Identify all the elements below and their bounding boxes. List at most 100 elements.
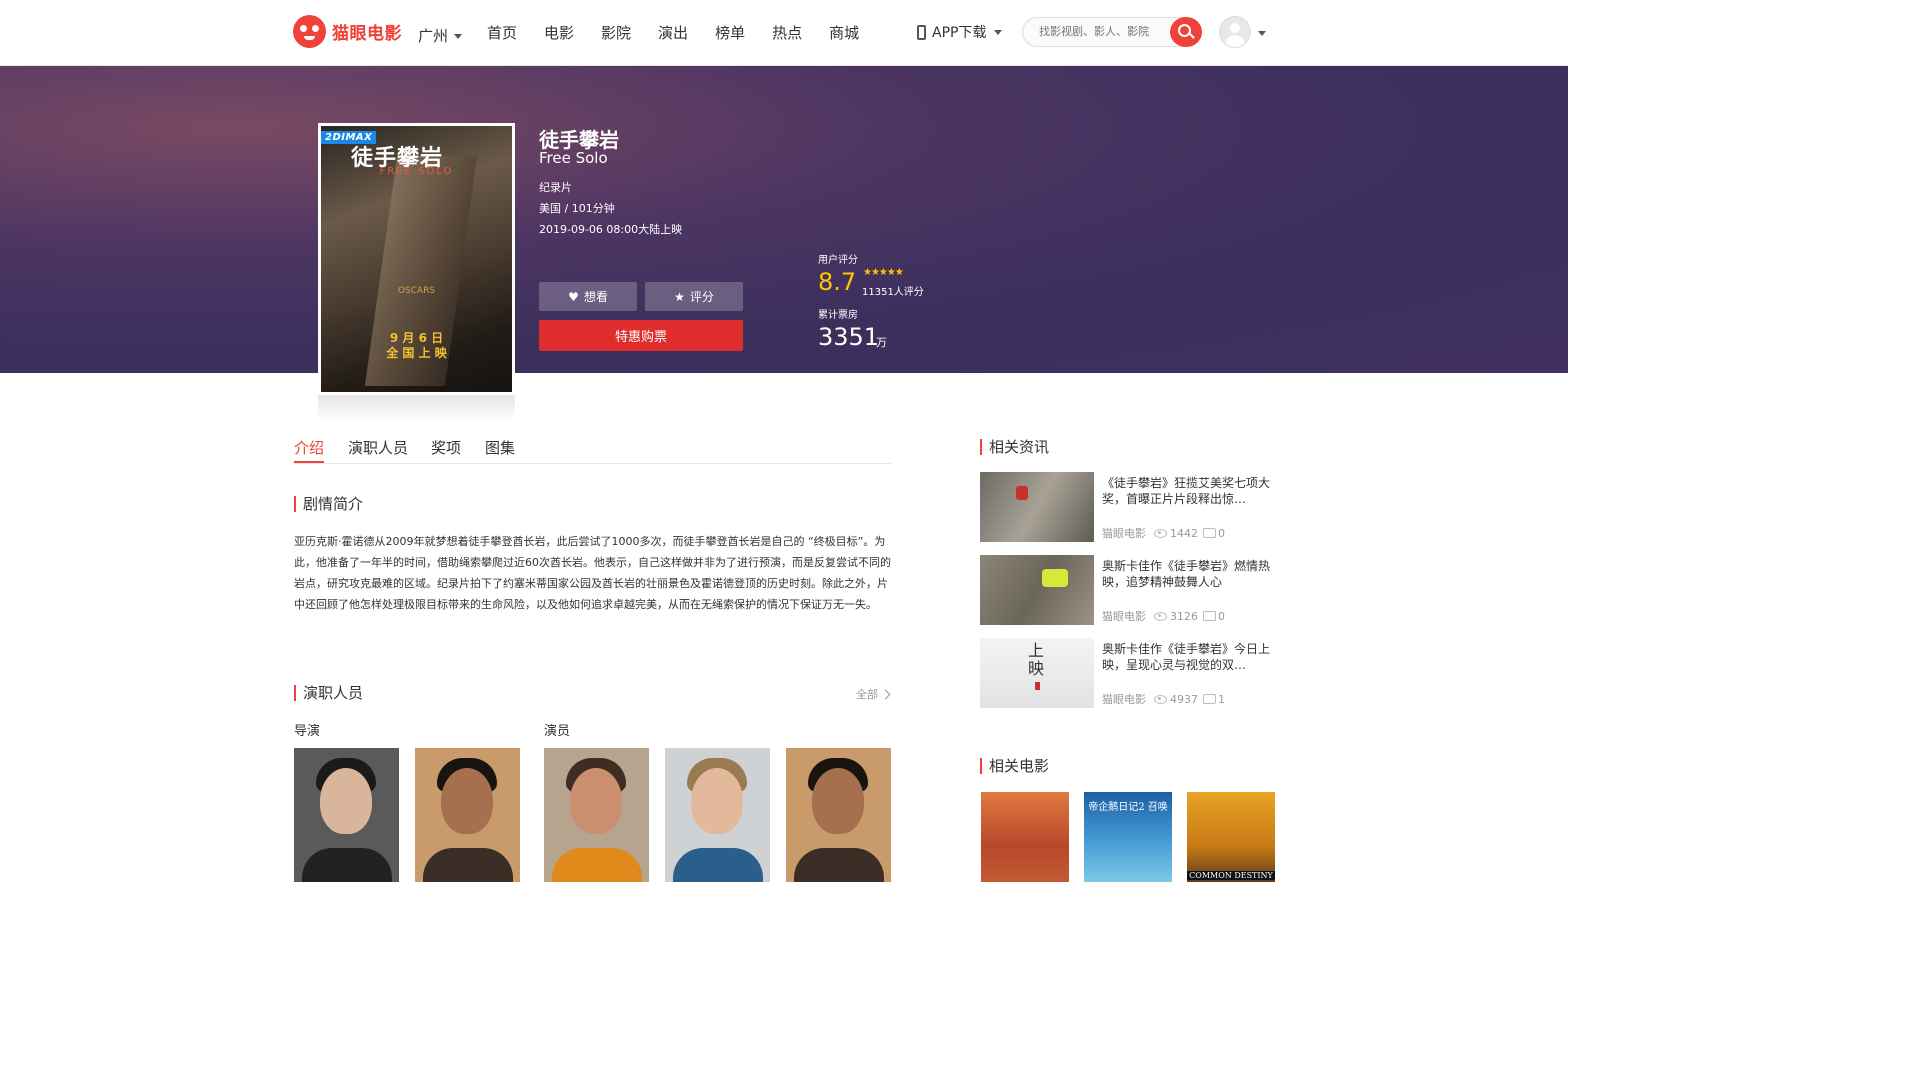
- cat-logo-icon: [293, 15, 326, 48]
- nav-shows[interactable]: 演出: [658, 22, 688, 43]
- related-heading: 相关电影: [980, 758, 1049, 774]
- chevron-down-icon: [454, 34, 463, 39]
- eye-icon: [1154, 611, 1167, 621]
- person-photo[interactable]: [665, 748, 770, 882]
- poster-date-line1: 9 月 6 日: [389, 331, 444, 345]
- chevron-down-icon[interactable]: [1258, 31, 1266, 36]
- poster-date: 9 月 6 日 全 国 上 映: [321, 331, 512, 361]
- news-thumbnail: [980, 472, 1094, 542]
- eye-icon: [1154, 694, 1167, 704]
- news-comments: 0: [1218, 609, 1225, 623]
- news-thumb-text: 上映: [1028, 641, 1045, 678]
- want-to-watch-button[interactable]: ♥ 想看: [539, 282, 637, 311]
- detail-tabs: 介绍 演职人员 奖项 图集: [294, 437, 891, 464]
- poster-subtitle: FREE SOLO: [379, 166, 454, 177]
- avatar[interactable]: [1219, 16, 1251, 48]
- news-item[interactable]: 上映 奥斯卡佳作《徒手攀岩》今日上映，呈现心灵与视觉的双… 猫眼电影 4937 …: [980, 638, 1280, 708]
- buy-ticket-button[interactable]: 特惠购票: [539, 320, 743, 351]
- news-comments: 1: [1218, 692, 1225, 706]
- person-photo[interactable]: [544, 748, 649, 882]
- chevron-right-icon: [880, 689, 891, 700]
- comment-icon: [1203, 611, 1216, 621]
- poster-image: 徒手攀岩 FREE SOLO OSCARS 9 月 6 日 全 国 上 映 2D…: [318, 123, 515, 395]
- box-office-unit: 万: [876, 336, 887, 349]
- top-header: 猫眼电影 广州 首页 电影 影院 演出 榜单 热点 商城 APP下载: [0, 0, 1568, 66]
- news-meta: 猫眼电影 1442 0: [1102, 525, 1225, 541]
- related-movie-poster[interactable]: [981, 792, 1069, 882]
- news-comments: 0: [1218, 526, 1225, 540]
- app-download-label: APP下载: [932, 25, 987, 41]
- tab-intro[interactable]: 介绍: [294, 437, 324, 458]
- news-title[interactable]: 《徒手攀岩》狂揽艾美奖七项大奖，首曝正片片段释出惊…: [1102, 475, 1274, 507]
- related-movie-caption: COMMON DESTINY: [1187, 871, 1275, 880]
- star-icon: ★: [674, 289, 685, 304]
- active-tab-indicator: [294, 461, 324, 463]
- comment-icon: [1203, 694, 1216, 704]
- person-photo[interactable]: [415, 748, 520, 882]
- tab-awards[interactable]: 奖项: [431, 437, 461, 458]
- nav-cinemas[interactable]: 影院: [601, 22, 631, 43]
- city-label: 广州: [418, 27, 449, 45]
- rate-button[interactable]: ★ 评分: [645, 282, 743, 311]
- news-title[interactable]: 奥斯卡佳作《徒手攀岩》今日上映，呈现心灵与视觉的双…: [1102, 641, 1274, 673]
- news-views: 4937: [1170, 692, 1198, 706]
- news-meta: 猫眼电影 3126 0: [1102, 608, 1225, 624]
- news-source: 猫眼电影: [1102, 693, 1146, 706]
- related-movie-poster[interactable]: COMMON DESTINY: [1187, 792, 1275, 882]
- city-selector[interactable]: 广州: [418, 25, 463, 46]
- comment-icon: [1203, 528, 1216, 538]
- rating-count: 11351人评分: [862, 287, 924, 298]
- heart-icon: ♥: [568, 289, 579, 304]
- synopsis-text: 亚历克斯·霍诺德从2009年就梦想着徒手攀登酋长岩，此后尝试了1000多次，而徒…: [294, 535, 891, 611]
- actor-label: 演员: [544, 724, 571, 739]
- rating-stars-icon: ★★★★★: [863, 267, 904, 278]
- user-score: 8.7: [818, 268, 857, 296]
- format-tag: 2DIMAX: [321, 131, 377, 144]
- person-photo[interactable]: [294, 748, 399, 882]
- logo-text: 猫眼电影: [332, 24, 402, 44]
- news-meta: 猫眼电影 4937 1: [1102, 691, 1225, 707]
- movie-title-en: Free Solo: [539, 149, 608, 167]
- box-office-value: 3351: [818, 323, 880, 351]
- nav-hot[interactable]: 热点: [772, 22, 802, 43]
- main-nav: 首页 电影 影院 演出 榜单 热点 商城: [487, 22, 886, 43]
- cast-more-link[interactable]: 全部: [856, 686, 891, 702]
- tab-cast[interactable]: 演职人员: [348, 437, 408, 458]
- cast-heading: 演职人员: [294, 685, 363, 701]
- news-views: 1442: [1170, 526, 1198, 540]
- news-item[interactable]: 奥斯卡佳作《徒手攀岩》燃情热映，追梦精神鼓舞人心 猫眼电影 3126 0: [980, 555, 1280, 625]
- nav-mall[interactable]: 商城: [829, 22, 859, 43]
- director-label: 导演: [294, 724, 321, 739]
- news-views: 3126: [1170, 609, 1198, 623]
- movie-release: 2019-09-06 08:00大陆上映: [539, 223, 683, 236]
- maoyan-logo[interactable]: 猫眼电影: [293, 15, 402, 48]
- poster-date-line2: 全 国 上 映: [386, 346, 447, 360]
- nav-home[interactable]: 首页: [487, 22, 517, 43]
- user-score-label: 用户评分: [818, 255, 858, 266]
- chevron-down-icon: [994, 29, 1003, 35]
- eye-icon: [1154, 528, 1167, 538]
- tab-gallery[interactable]: 图集: [485, 437, 515, 458]
- nav-movies[interactable]: 电影: [544, 22, 574, 43]
- news-heading: 相关资讯: [980, 439, 1049, 455]
- news-source: 猫眼电影: [1102, 610, 1146, 623]
- rate-label: 评分: [689, 290, 714, 304]
- nav-rankings[interactable]: 榜单: [715, 22, 745, 43]
- app-download-menu[interactable]: APP下载: [917, 22, 1003, 42]
- person-photo[interactable]: [786, 748, 891, 882]
- search-input[interactable]: [1037, 24, 1166, 39]
- search-icon[interactable]: [1170, 17, 1202, 47]
- movie-genre: 纪录片: [539, 181, 572, 194]
- news-item[interactable]: 《徒手攀岩》狂揽艾美奖七项大奖，首曝正片片段释出惊… 猫眼电影 1442 0: [980, 472, 1280, 542]
- poster-award: OSCARS: [397, 286, 436, 296]
- news-thumbnail: 上映: [980, 638, 1094, 708]
- movie-poster[interactable]: 徒手攀岩 FREE SOLO OSCARS 9 月 6 日 全 国 上 映 2D…: [318, 123, 515, 421]
- related-movie-title: 帝企鹅日记2 召唤: [1088, 802, 1168, 813]
- search-box: [1022, 17, 1202, 47]
- news-title[interactable]: 奥斯卡佳作《徒手攀岩》燃情热映，追梦精神鼓舞人心: [1102, 558, 1274, 590]
- phone-icon: [917, 24, 926, 40]
- poster-reflection: [318, 395, 515, 421]
- news-source: 猫眼电影: [1102, 527, 1146, 540]
- related-movie-poster[interactable]: 帝企鹅日记2 召唤: [1084, 792, 1172, 882]
- news-thumbnail: [980, 555, 1094, 625]
